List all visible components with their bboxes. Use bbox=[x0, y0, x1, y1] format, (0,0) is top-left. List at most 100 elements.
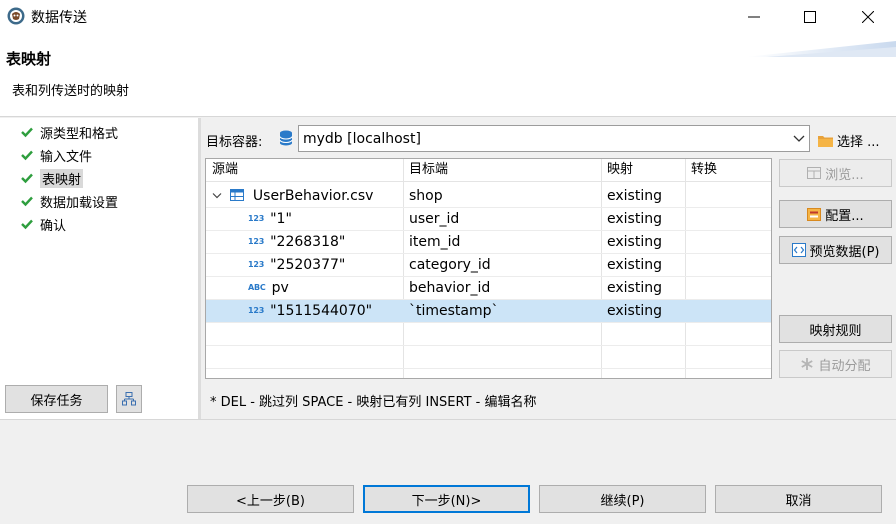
nav-item-confirm[interactable]: 确认 bbox=[20, 214, 192, 234]
title-bar: 数据传送 bbox=[0, 0, 896, 33]
column-header-target[interactable]: 目标端 bbox=[409, 159, 448, 181]
maximize-icon bbox=[804, 10, 816, 23]
window-title: 数据传送 bbox=[31, 10, 87, 26]
table-row[interactable]: 123 "2268318" item_id existing bbox=[206, 231, 771, 254]
nav-item-label: 数据加载设置 bbox=[40, 195, 119, 211]
mapping-cell[interactable]: existing bbox=[607, 277, 662, 299]
target-cell[interactable]: category_id bbox=[409, 254, 491, 276]
back-button[interactable]: <上一步(B) bbox=[187, 485, 354, 513]
target-container-select[interactable]: mydb [localhost] bbox=[298, 125, 810, 152]
nav-item-load-settings[interactable]: 数据加载设置 bbox=[20, 191, 192, 211]
nav-item-input-files[interactable]: 输入文件 bbox=[20, 145, 192, 165]
check-icon bbox=[21, 127, 33, 138]
configure-button[interactable]: 配置... bbox=[779, 200, 892, 228]
footer-divider bbox=[0, 419, 896, 420]
browse-button-label: 浏览... bbox=[825, 167, 864, 183]
source-cell: 123 "2268318" bbox=[248, 231, 345, 253]
check-icon bbox=[21, 196, 33, 207]
target-cell[interactable]: behavior_id bbox=[409, 277, 490, 299]
target-cell[interactable]: shop bbox=[409, 185, 443, 207]
column-header-source[interactable]: 源端 bbox=[212, 159, 238, 181]
table-row[interactable]: 123 "1" user_id existing bbox=[206, 208, 771, 231]
table-row-selected[interactable]: 123 "1511544070" `timestamp` existing bbox=[206, 300, 771, 323]
numeric-type-icon: 123 bbox=[248, 214, 265, 223]
maximize-button[interactable] bbox=[782, 0, 838, 33]
keyboard-hint: * DEL - 跳过列 SPACE - 映射已有列 INSERT - 编辑名称 bbox=[210, 395, 537, 410]
source-name: pv bbox=[271, 280, 289, 296]
table-icon bbox=[230, 189, 245, 201]
choose-container-button[interactable]: 选择 ... bbox=[818, 131, 880, 150]
nav-item-source-type[interactable]: 源类型和格式 bbox=[20, 122, 192, 142]
empty-row bbox=[206, 369, 771, 378]
minimize-icon bbox=[748, 16, 760, 17]
configure-icon bbox=[807, 207, 822, 221]
folder-icon bbox=[818, 135, 833, 147]
save-task-button[interactable]: 保存任务 bbox=[5, 385, 108, 413]
database-icon bbox=[279, 130, 293, 146]
next-button[interactable]: 下一步(N)> bbox=[363, 485, 530, 513]
nav-item-table-mapping[interactable]: 表映射 bbox=[20, 168, 192, 188]
mapping-cell[interactable]: existing bbox=[607, 208, 662, 230]
target-cell[interactable]: user_id bbox=[409, 208, 459, 230]
chevron-down-icon bbox=[793, 135, 805, 142]
header-decoration bbox=[746, 41, 896, 57]
source-name: "2268318" bbox=[270, 234, 346, 250]
auto-assign-label: 自动分配 bbox=[818, 358, 871, 374]
mapping-table[interactable]: 源端 目标端 映射 转换 UserBehavior.csv shop exist… bbox=[205, 158, 772, 379]
table-row[interactable]: ABC pv behavior_id existing bbox=[206, 277, 771, 300]
chevron-down-icon[interactable] bbox=[212, 192, 222, 200]
source-name: "1" bbox=[270, 211, 292, 227]
mapping-cell[interactable]: existing bbox=[607, 185, 662, 207]
mapping-cell[interactable]: existing bbox=[607, 231, 662, 253]
check-icon bbox=[21, 150, 33, 161]
task-grid-icon bbox=[122, 392, 136, 406]
browse-button[interactable]: 浏览... bbox=[779, 159, 892, 187]
nav-item-label: 确认 bbox=[40, 218, 67, 234]
check-icon bbox=[21, 173, 33, 184]
numeric-type-icon: 123 bbox=[248, 237, 265, 246]
source-cell: 123 "2520377" bbox=[248, 254, 345, 276]
app-icon bbox=[7, 7, 25, 25]
nav-item-label: 输入文件 bbox=[40, 149, 93, 165]
nav-item-label: 表映射 bbox=[40, 168, 84, 188]
configure-button-label: 配置... bbox=[825, 208, 864, 224]
check-icon bbox=[21, 219, 33, 230]
continue-button[interactable]: 继续(P) bbox=[539, 485, 706, 513]
source-name: "1511544070" bbox=[270, 303, 373, 319]
source-cell: 123 "1511544070" bbox=[248, 300, 372, 322]
page-title: 表映射 bbox=[6, 50, 52, 68]
wizard-header: 表映射 表和列传送时的映射 bbox=[0, 33, 896, 117]
task-toolbar-button[interactable] bbox=[116, 385, 142, 413]
numeric-type-icon: 123 bbox=[248, 260, 265, 269]
column-header-mapping[interactable]: 映射 bbox=[607, 159, 633, 181]
table-header: 源端 目标端 映射 转换 bbox=[206, 159, 771, 182]
source-cell: 123 "1" bbox=[248, 208, 292, 230]
auto-assign-button[interactable]: 自动分配 bbox=[779, 350, 892, 378]
cancel-button[interactable]: 取消 bbox=[715, 485, 882, 513]
table-row[interactable]: UserBehavior.csv shop existing bbox=[206, 185, 771, 208]
mapping-cell[interactable]: existing bbox=[607, 254, 662, 276]
mapping-rules-button[interactable]: 映射规则 bbox=[779, 315, 892, 343]
table-icon bbox=[807, 167, 822, 179]
preview-data-button[interactable]: 预览数据(P) bbox=[779, 236, 892, 264]
target-container-label: 目标容器: bbox=[206, 135, 263, 150]
column-header-transform[interactable]: 转换 bbox=[691, 159, 717, 181]
choose-container-label: 选择 ... bbox=[837, 135, 880, 150]
close-icon bbox=[862, 10, 874, 23]
page-subtitle: 表和列传送时的映射 bbox=[12, 84, 130, 99]
preview-data-label: 预览数据(P) bbox=[809, 244, 880, 260]
source-cell: UserBehavior.csv bbox=[212, 185, 373, 207]
numeric-type-icon: 123 bbox=[248, 306, 265, 315]
minimize-button[interactable] bbox=[726, 0, 782, 33]
source-name: "2520377" bbox=[270, 257, 346, 273]
empty-row bbox=[206, 346, 771, 369]
source-cell: ABC pv bbox=[248, 277, 289, 299]
mapping-cell[interactable]: existing bbox=[607, 300, 662, 322]
source-name: UserBehavior.csv bbox=[252, 188, 374, 204]
target-cell[interactable]: item_id bbox=[409, 231, 460, 253]
close-button[interactable] bbox=[840, 0, 896, 33]
target-container-value: mydb [localhost] bbox=[303, 130, 421, 147]
table-row[interactable]: 123 "2520377" category_id existing bbox=[206, 254, 771, 277]
target-cell[interactable]: `timestamp` bbox=[409, 300, 499, 322]
preview-icon bbox=[791, 243, 806, 257]
